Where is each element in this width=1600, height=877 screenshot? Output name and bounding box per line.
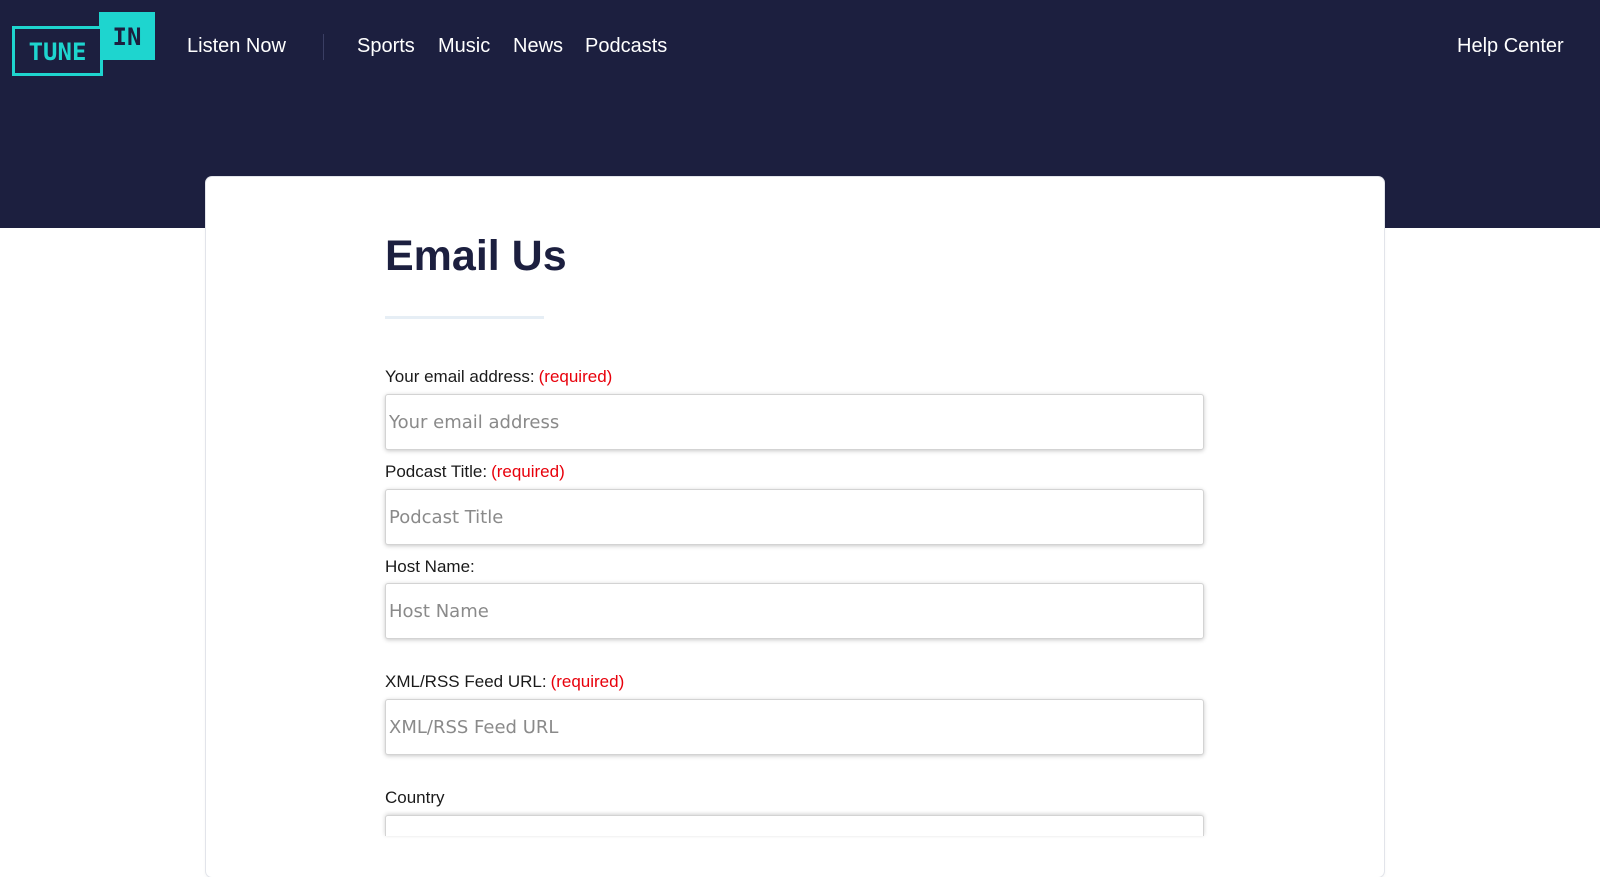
host-name-label: Host Name:: [385, 556, 475, 578]
email-field[interactable]: [385, 394, 1204, 450]
country-label: Country: [385, 787, 445, 809]
podcast-title-label: Podcast Title: (required): [385, 461, 565, 483]
tunein-logo[interactable]: IN TUNE: [12, 12, 155, 76]
email-label-text: Your email address:: [385, 367, 535, 386]
logo-text-in: IN: [113, 23, 142, 51]
nav-help-center[interactable]: Help Center: [1457, 33, 1564, 59]
nav-news[interactable]: News: [513, 33, 563, 59]
required-marker: (required): [491, 462, 565, 481]
rss-url-field[interactable]: [385, 699, 1204, 755]
podcast-title-label-text: Podcast Title:: [385, 462, 488, 481]
page-title: Email Us: [385, 232, 567, 280]
title-underline: [385, 316, 544, 319]
nav-sports[interactable]: Sports: [357, 33, 415, 59]
rss-url-label-text: XML/RSS Feed URL:: [385, 672, 547, 691]
logo-text-tune: TUNE: [29, 38, 87, 66]
podcast-title-field[interactable]: [385, 489, 1204, 545]
rss-url-label: XML/RSS Feed URL: (required): [385, 671, 624, 693]
country-select[interactable]: [385, 815, 1204, 836]
required-marker: (required): [538, 367, 613, 386]
nav-music[interactable]: Music: [438, 33, 490, 59]
host-name-label-text: Host Name:: [385, 557, 475, 576]
nav-listen-now[interactable]: Listen Now: [187, 33, 286, 59]
required-marker: (required): [550, 672, 625, 691]
host-name-field[interactable]: [385, 583, 1204, 639]
country-label-text: Country: [385, 788, 445, 807]
top-navigation: IN TUNE Listen Now Sports Music News Pod…: [0, 0, 1600, 92]
nav-podcasts[interactable]: Podcasts: [585, 33, 667, 59]
nav-divider: [323, 34, 324, 60]
email-label: Your email address: (required): [385, 366, 612, 388]
